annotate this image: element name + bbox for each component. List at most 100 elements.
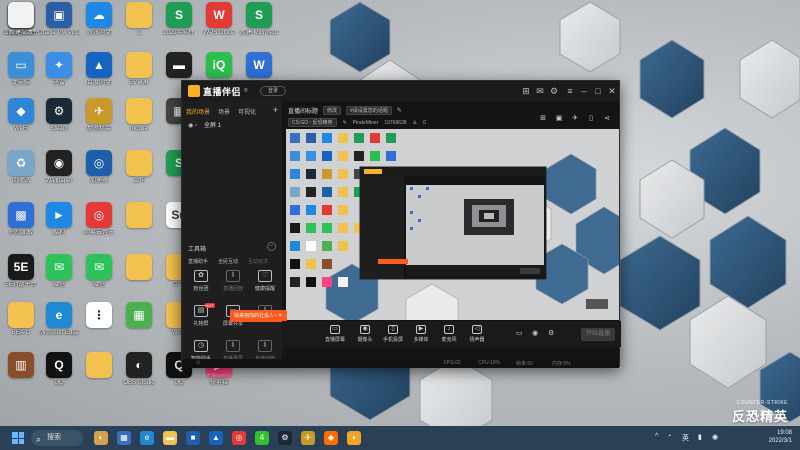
netease-music-icon[interactable]: ◎: [232, 431, 246, 445]
desktop-icon[interactable]: ☁ 腾讯网盘: [78, 2, 120, 52]
tab-visual[interactable]: 可视化: [238, 107, 256, 116]
maximize-icon[interactable]: □: [592, 85, 604, 97]
desktop-icon[interactable]: W WPS Office: [198, 2, 240, 52]
toolbox-item[interactable]: ⬇ 直播回放: [218, 270, 248, 300]
game-icon[interactable]: 4: [255, 431, 269, 445]
share-icon[interactable]: ✈: [570, 114, 580, 124]
desktop-icon[interactable]: ✦ 迅雷: [38, 52, 80, 102]
desktop-icon[interactable]: ⋮: [78, 302, 120, 352]
desktop-icon[interactable]: [118, 202, 160, 252]
baidu-drive-icon[interactable]: ▲: [209, 431, 223, 445]
desktop-icon[interactable]: ◎ 加速器: [78, 150, 120, 200]
start-live-button[interactable]: 开始直播: [581, 328, 615, 341]
desktop-icon[interactable]: 工作: [118, 150, 160, 200]
tab-live-assistant[interactable]: 直播助手: [188, 258, 208, 265]
file-explorer-icon[interactable]: ▬: [163, 431, 177, 445]
desktop-icon[interactable]: ► 酷狗: [38, 202, 80, 252]
menu-icon[interactable]: ≡: [564, 85, 576, 97]
app-titlebar[interactable]: 直播伴侣 ® 登录 ⊞ ✉ ⚙ ≡ – □ ✕: [182, 81, 619, 101]
record-icon[interactable]: ▭: [516, 329, 523, 337]
desktop-icon[interactable]: ◐ OBS Studio: [118, 352, 160, 402]
topic-tag[interactable]: #请设置您的话题: [346, 106, 392, 115]
more-share-icon[interactable]: ⋖: [602, 114, 612, 124]
camera-button[interactable]: ◉ 摄像头: [352, 325, 378, 343]
desktop-icon[interactable]: ▦: [118, 302, 160, 352]
edge-icon[interactable]: e: [140, 431, 154, 445]
tab-my-scenes[interactable]: 我的场景: [186, 107, 210, 116]
mail-icon[interactable]: ✉: [534, 85, 546, 97]
desktop-icon[interactable]: ✈ 反恐精英: [78, 98, 120, 148]
widgets-icon[interactable]: ◐: [94, 431, 108, 445]
desktop-icon[interactable]: ◉ Wallpaper: [38, 150, 80, 200]
desktop-icon[interactable]: ▩ 控制面板: [0, 202, 42, 252]
game-icon[interactable]: ✈: [301, 431, 315, 445]
desktop-icon[interactable]: 新建文本: [0, 2, 42, 52]
steam-icon[interactable]: ⚙: [278, 431, 292, 445]
eye-icon[interactable]: ◉: [188, 120, 193, 132]
live-companion-icon[interactable]: ◗: [347, 431, 361, 445]
scene-item[interactable]: ◉ ▫ 全屏 1: [186, 120, 278, 132]
tab-scenes[interactable]: 场景: [218, 107, 230, 116]
input-language[interactable]: 英: [682, 433, 689, 443]
system-clock[interactable]: 19:08 2022/3/1: [769, 429, 792, 445]
desktop-icon[interactable]: EV录屏: [118, 52, 160, 102]
volume-icon[interactable]: ◉: [712, 433, 718, 441]
add-scene-button[interactable]: +: [273, 105, 278, 115]
lock-icon[interactable]: ▣: [554, 114, 564, 124]
desktop-icon[interactable]: Q QQ: [38, 352, 80, 402]
media-button[interactable]: ▶ 多媒体: [408, 325, 434, 343]
desktop-icon[interactable]: ⚙ Steam: [38, 98, 80, 148]
gift-box-icon[interactable]: ⊞: [538, 114, 548, 124]
gift-icon[interactable]: ⊞: [520, 85, 532, 97]
screen-capture-button[interactable]: ▭ 直播屏幕: [322, 325, 348, 343]
taskbar-search[interactable]: ⌕ 搜索: [31, 430, 83, 446]
desktop-icon[interactable]: ✉ 微信: [78, 254, 120, 304]
phone-cast-button[interactable]: ▯ 手机投屏: [380, 325, 406, 343]
tray-app-icon[interactable]: ◔: [667, 433, 671, 440]
toolbox-collapse-icon[interactable]: –: [267, 242, 276, 251]
desktop-icon[interactable]: ♻ 回收站: [0, 150, 42, 200]
toolbox-item[interactable]: ✿ 粉丝团: [186, 270, 216, 300]
microphone-button[interactable]: ♪ 麦克风: [436, 325, 462, 343]
tray-overflow-icon[interactable]: ^: [655, 433, 658, 440]
desktop-icon[interactable]: mobile: [118, 98, 160, 148]
close-icon[interactable]: ✕: [606, 85, 618, 97]
store-icon[interactable]: ■: [186, 431, 200, 445]
eye-icon[interactable]: ◉: [532, 329, 538, 337]
network-icon[interactable]: ▮: [698, 433, 702, 441]
edit-icon[interactable]: ✎: [343, 120, 347, 126]
toolbox-item[interactable]: ▤ 礼物屏 HOT: [186, 303, 216, 335]
mobile-icon[interactable]: ▯: [586, 114, 596, 124]
desktop-icon[interactable]: 1: [118, 2, 160, 52]
desktop-icon[interactable]: [78, 352, 120, 402]
promo-toast[interactable]: 快来用你的社会人~ ✕: [230, 310, 287, 322]
desktop-icon[interactable]: e Microsoft Edge: [38, 302, 80, 352]
desktop-icon[interactable]: [118, 254, 160, 304]
gear-icon[interactable]: ⚙: [548, 329, 554, 337]
task-view-icon[interactable]: ▦: [117, 431, 131, 445]
app-icon[interactable]: ◆: [324, 431, 338, 445]
desktop-icon[interactable]: BEA-C: [0, 302, 42, 352]
login-button[interactable]: 登录: [260, 86, 286, 96]
tab-interaction[interactable]: 全民互动: [218, 258, 238, 265]
desktop-icon[interactable]: ✉ 微信: [38, 254, 80, 304]
stream-preview[interactable]: [286, 129, 619, 320]
minimize-icon[interactable]: –: [578, 85, 590, 97]
tab-gameplay[interactable]: 互动玩法: [248, 258, 268, 265]
speaker-button[interactable]: ◁ 扬声器: [464, 325, 490, 343]
desktop-icon[interactable]: ▣ Oracle VM VirtualBox: [38, 2, 80, 52]
desktop-icon[interactable]: 5E 5E对战平台: [0, 254, 42, 304]
desktop-icon[interactable]: ▲ 百度网盘: [78, 52, 120, 102]
desktop-icon[interactable]: ◆ Wi-Fi: [0, 98, 42, 148]
start-button[interactable]: [12, 432, 24, 444]
lock-icon[interactable]: ▫: [195, 120, 197, 132]
desktop-icon[interactable]: S 2022年软件: [158, 2, 200, 52]
desktop-icon[interactable]: ▭ 此电脑: [0, 52, 42, 102]
toolbox-item[interactable]: ♡ 健康提醒: [250, 270, 280, 300]
settings-icon[interactable]: ⚙: [548, 85, 560, 97]
edit-title-button[interactable]: 修改: [323, 106, 342, 115]
game-category[interactable]: CS:GO - 反恐精英: [288, 118, 337, 127]
desktop-icon[interactable]: S 新建 Microsoft: [238, 2, 280, 52]
edit-icon[interactable]: ✎: [397, 107, 402, 114]
desktop-icon[interactable]: ▥: [0, 352, 42, 402]
